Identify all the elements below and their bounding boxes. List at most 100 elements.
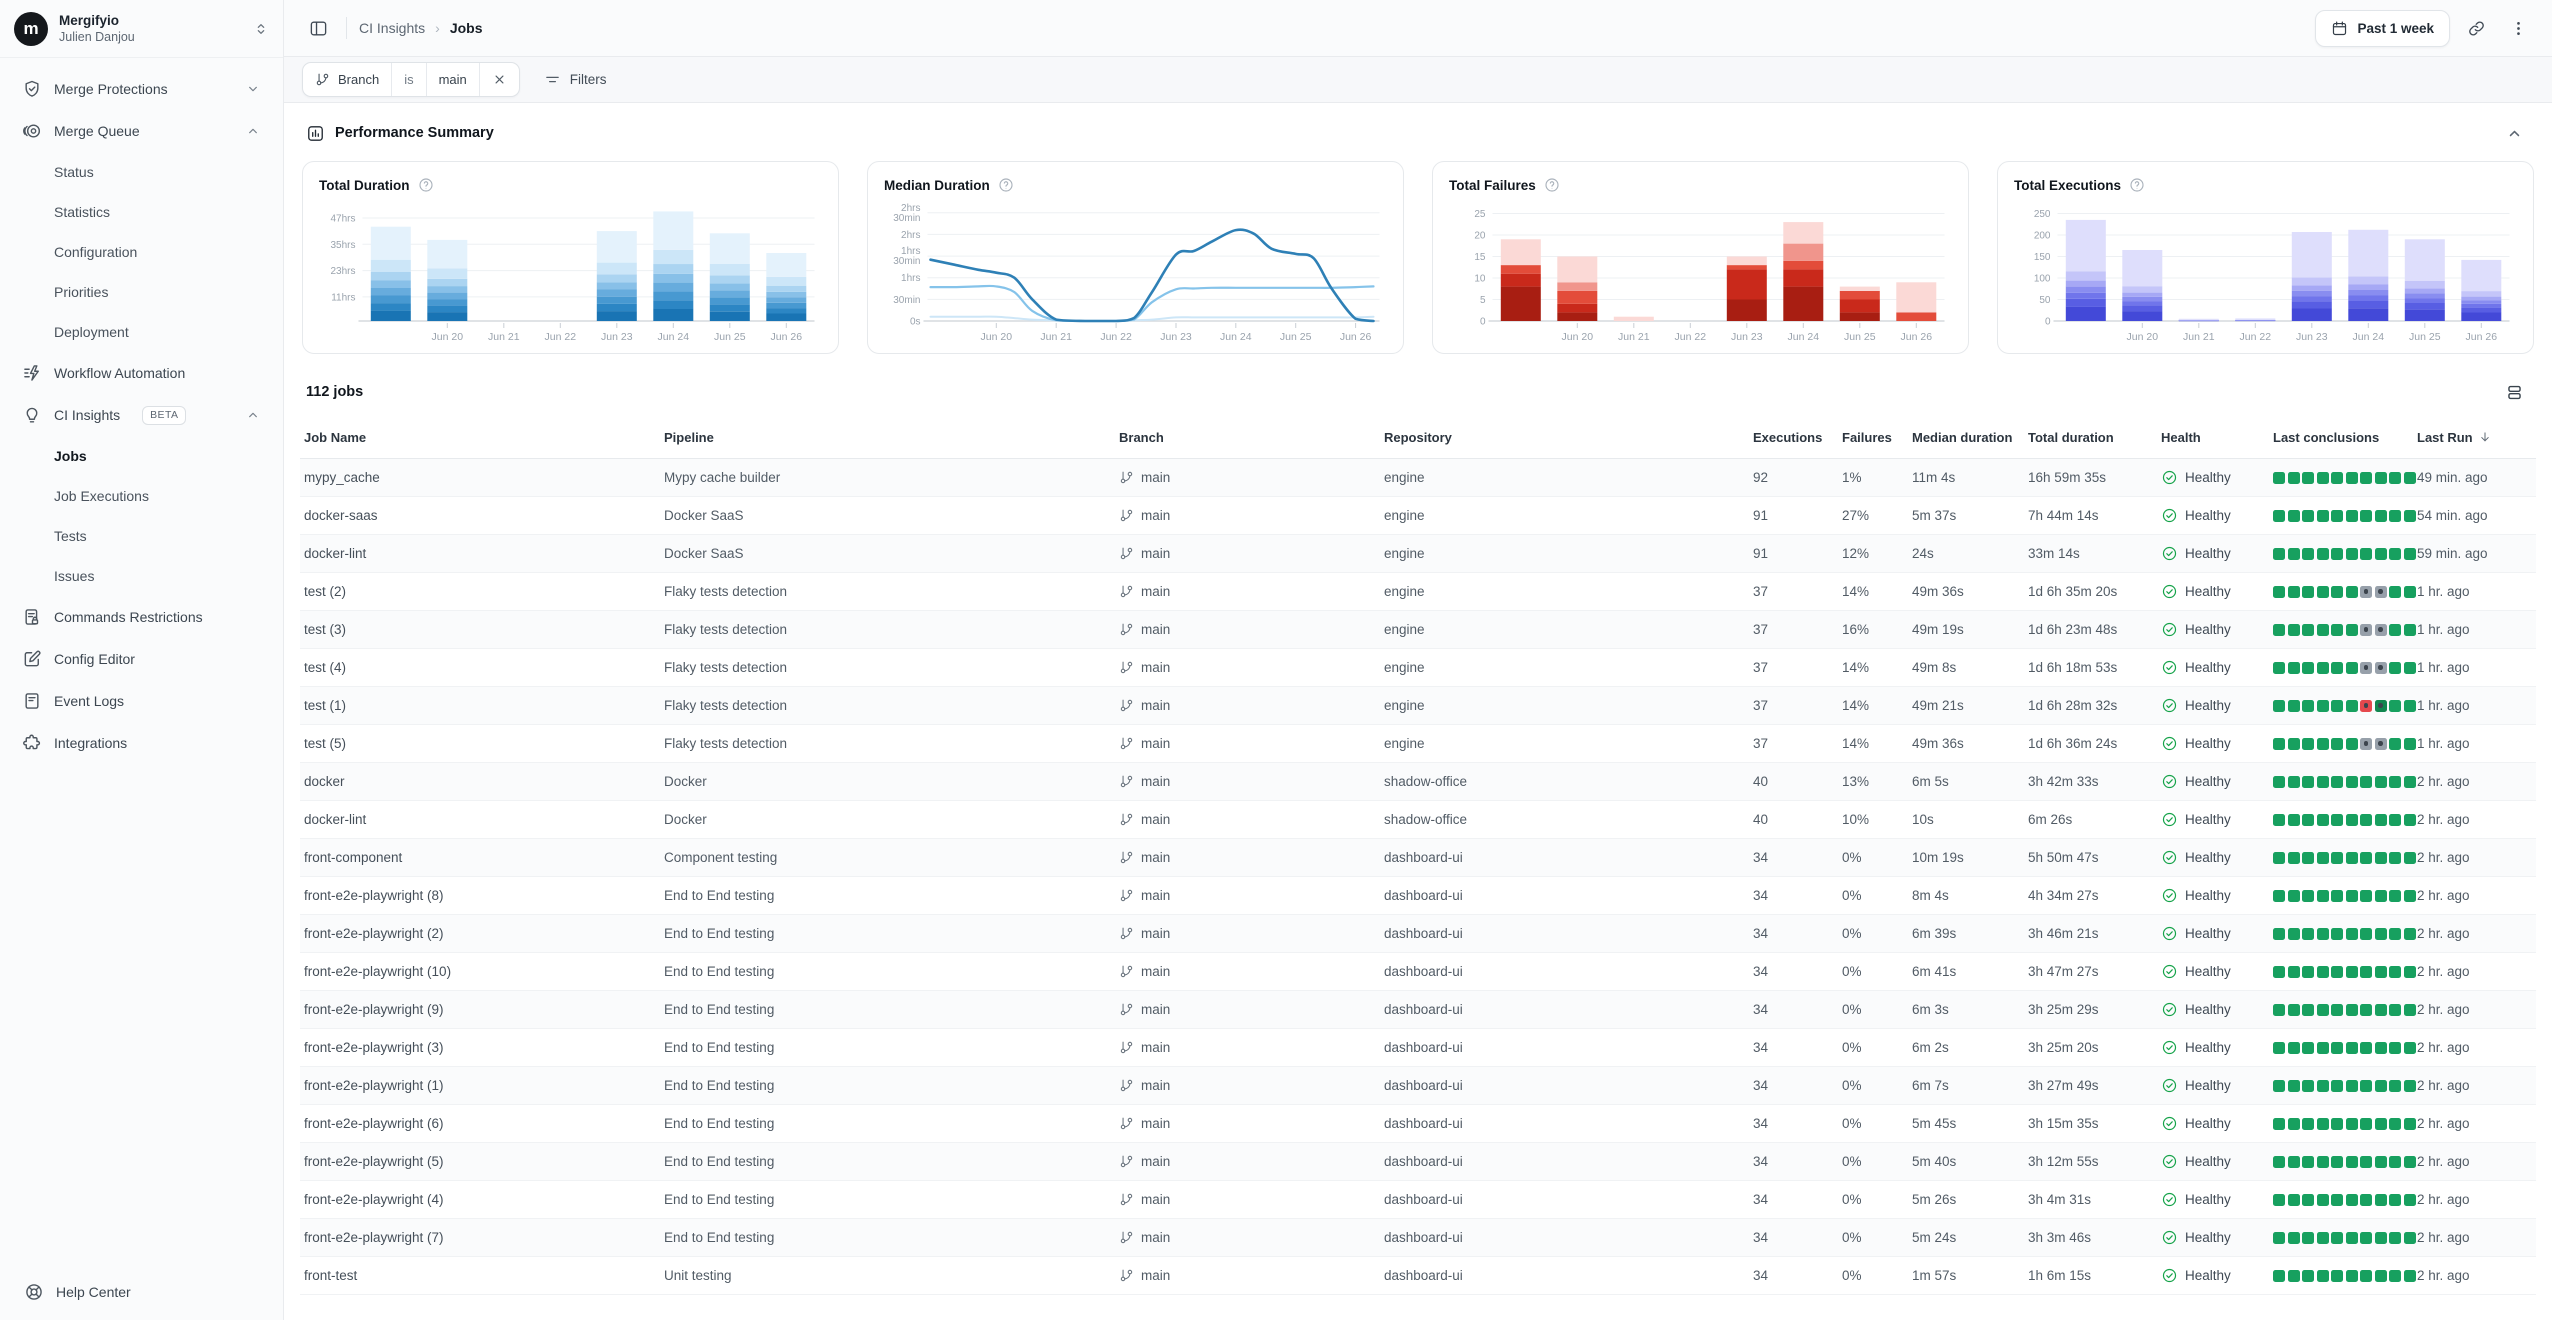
job-repository: engine (1384, 546, 1753, 561)
job-repository: dashboard-ui (1384, 1230, 1753, 1245)
table-row[interactable]: test (3)Flaky tests detectionmainengine3… (300, 611, 2536, 649)
table-row[interactable]: test (4)Flaky tests detectionmainengine3… (300, 649, 2536, 687)
sidebar-item-integrations[interactable]: Integrations (12, 722, 271, 764)
check-circle-icon (2161, 1115, 2178, 1132)
job-branch: main (1119, 698, 1384, 713)
table-row[interactable]: test (1)Flaky tests detectionmainengine3… (300, 687, 2536, 725)
branch-icon (1119, 1154, 1134, 1169)
sidebar-item-statistics[interactable]: Statistics (12, 192, 271, 232)
layout-toggle-button[interactable] (2498, 376, 2530, 408)
table-row[interactable]: front-e2e-playwright (8)End to End testi… (300, 877, 2536, 915)
branch-icon (1119, 964, 1134, 979)
table-row[interactable]: docker-saasDocker SaaSmainengine9127%5m … (300, 497, 2536, 535)
table-row[interactable]: front-componentComponent testingmaindash… (300, 839, 2536, 877)
column-header-last-conclusions[interactable]: Last conclusions (2273, 430, 2417, 445)
table-row[interactable]: mypy_cacheMypy cache buildermainengine92… (300, 459, 2536, 497)
conclusion-square (2331, 1004, 2343, 1016)
last-conclusions (2273, 1232, 2417, 1244)
breadcrumb-section[interactable]: CI Insights (359, 20, 425, 36)
column-header-repository[interactable]: Repository (1384, 430, 1753, 445)
sidebar-item-ci-insights[interactable]: CI InsightsBETA (12, 394, 271, 436)
check-circle-icon (2161, 773, 2178, 790)
sidebar-item-label: Config Editor (54, 651, 135, 667)
column-header-total-duration[interactable]: Total duration (2028, 430, 2161, 445)
table-row[interactable]: front-e2e-playwright (1)End to End testi… (300, 1067, 2536, 1105)
table-row[interactable]: front-e2e-playwright (9)End to End testi… (300, 991, 2536, 1029)
filter-value[interactable]: main (426, 63, 479, 96)
help-center-link[interactable]: Help Center (0, 1266, 283, 1320)
sidebar-item-config-editor[interactable]: Config Editor (12, 638, 271, 680)
help-icon[interactable] (998, 177, 1014, 193)
filters-button[interactable]: Filters (544, 71, 607, 88)
conclusion-square (2404, 1194, 2416, 1206)
conclusion-square (2375, 700, 2387, 712)
branch-icon (1119, 1116, 1134, 1131)
table-row[interactable]: docker-lintDocker SaaSmainengine9112%24s… (300, 535, 2536, 573)
more-options-button[interactable] (2502, 12, 2534, 44)
job-failures: 0% (1842, 1078, 1912, 1093)
job-pipeline: Flaky tests detection (664, 698, 1119, 713)
table-row[interactable]: front-e2e-playwright (10)End to End test… (300, 953, 2536, 991)
sidebar-item-commands-restrictions[interactable]: Commands Restrictions (12, 596, 271, 638)
job-last-run: 59 min. ago (2417, 546, 2532, 561)
table-row[interactable]: front-e2e-playwright (2)End to End testi… (300, 915, 2536, 953)
org-switcher[interactable]: m Mergifyio Julien Danjou (0, 0, 283, 58)
conclusion-square (2317, 1270, 2329, 1282)
table-row[interactable]: front-e2e-playwright (6)End to End testi… (300, 1105, 2536, 1143)
job-failures: 0% (1842, 1116, 1912, 1131)
conclusion-square (2273, 586, 2285, 598)
sidebar-item-workflow-automation[interactable]: Workflow Automation (12, 352, 271, 394)
copy-link-button[interactable] (2460, 12, 2492, 44)
conclusion-square (2360, 1042, 2372, 1054)
time-period-button[interactable]: Past 1 week (2315, 10, 2450, 47)
conclusion-square (2346, 662, 2358, 674)
column-header-median-duration[interactable]: Median duration (1912, 430, 2028, 445)
column-header-last-run[interactable]: Last Run (2417, 430, 2532, 445)
table-row[interactable]: test (5)Flaky tests detectionmainengine3… (300, 725, 2536, 763)
job-executions: 92 (1753, 470, 1842, 485)
sidebar-item-job-executions[interactable]: Job Executions (12, 476, 271, 516)
collapse-summary-button[interactable] (2498, 117, 2530, 149)
table-row[interactable]: front-testUnit testingmaindashboard-ui34… (300, 1257, 2536, 1295)
table-row[interactable]: front-e2e-playwright (5)End to End testi… (300, 1143, 2536, 1181)
conclusion-square (2360, 662, 2372, 674)
sidebar-item-issues[interactable]: Issues (12, 556, 271, 596)
column-header-pipeline[interactable]: Pipeline (664, 430, 1119, 445)
help-icon[interactable] (418, 177, 434, 193)
conclusion-square (2375, 1270, 2387, 1282)
table-row[interactable]: dockerDockermainshadow-office4013%6m 5s3… (300, 763, 2536, 801)
svg-text:Jun 24: Jun 24 (1220, 331, 1252, 343)
sidebar-item-deployment[interactable]: Deployment (12, 312, 271, 352)
column-header-branch[interactable]: Branch (1119, 430, 1384, 445)
filter-operator[interactable]: is (391, 63, 425, 96)
help-icon[interactable] (1544, 177, 1560, 193)
sidebar-item-merge-protections[interactable]: Merge Protections (12, 68, 271, 110)
sidebar-item-priorities[interactable]: Priorities (12, 272, 271, 312)
sidebar-item-jobs[interactable]: Jobs (12, 436, 271, 476)
check-circle-icon (2161, 583, 2178, 600)
sidebar-item-event-logs[interactable]: Event Logs (12, 680, 271, 722)
column-header-executions[interactable]: Executions (1753, 430, 1842, 445)
sidebar-collapse-button[interactable] (302, 12, 334, 44)
health-badge: Healthy (2185, 774, 2231, 789)
conclusion-square (2331, 1194, 2343, 1206)
remove-filter-button[interactable] (479, 63, 519, 96)
table-row[interactable]: front-e2e-playwright (4)End to End testi… (300, 1181, 2536, 1219)
last-conclusions (2273, 586, 2417, 598)
sidebar-item-merge-queue[interactable]: Merge Queue (12, 110, 271, 152)
check-circle-icon (2161, 849, 2178, 866)
conclusion-square (2331, 662, 2343, 674)
table-row[interactable]: test (2)Flaky tests detectionmainengine3… (300, 573, 2536, 611)
column-header-failures[interactable]: Failures (1842, 430, 1912, 445)
conclusion-square (2317, 966, 2329, 978)
sidebar-item-configuration[interactable]: Configuration (12, 232, 271, 272)
sidebar-item-tests[interactable]: Tests (12, 516, 271, 556)
sidebar-item-status[interactable]: Status (12, 152, 271, 192)
column-header-job-name[interactable]: Job Name (304, 430, 664, 445)
help-icon[interactable] (2129, 177, 2145, 193)
table-row[interactable]: docker-lintDockermainshadow-office4010%1… (300, 801, 2536, 839)
table-row[interactable]: front-e2e-playwright (3)End to End testi… (300, 1029, 2536, 1067)
table-row[interactable]: front-e2e-playwright (7)End to End testi… (300, 1219, 2536, 1257)
job-pipeline: End to End testing (664, 888, 1119, 903)
column-header-health[interactable]: Health (2161, 430, 2273, 445)
